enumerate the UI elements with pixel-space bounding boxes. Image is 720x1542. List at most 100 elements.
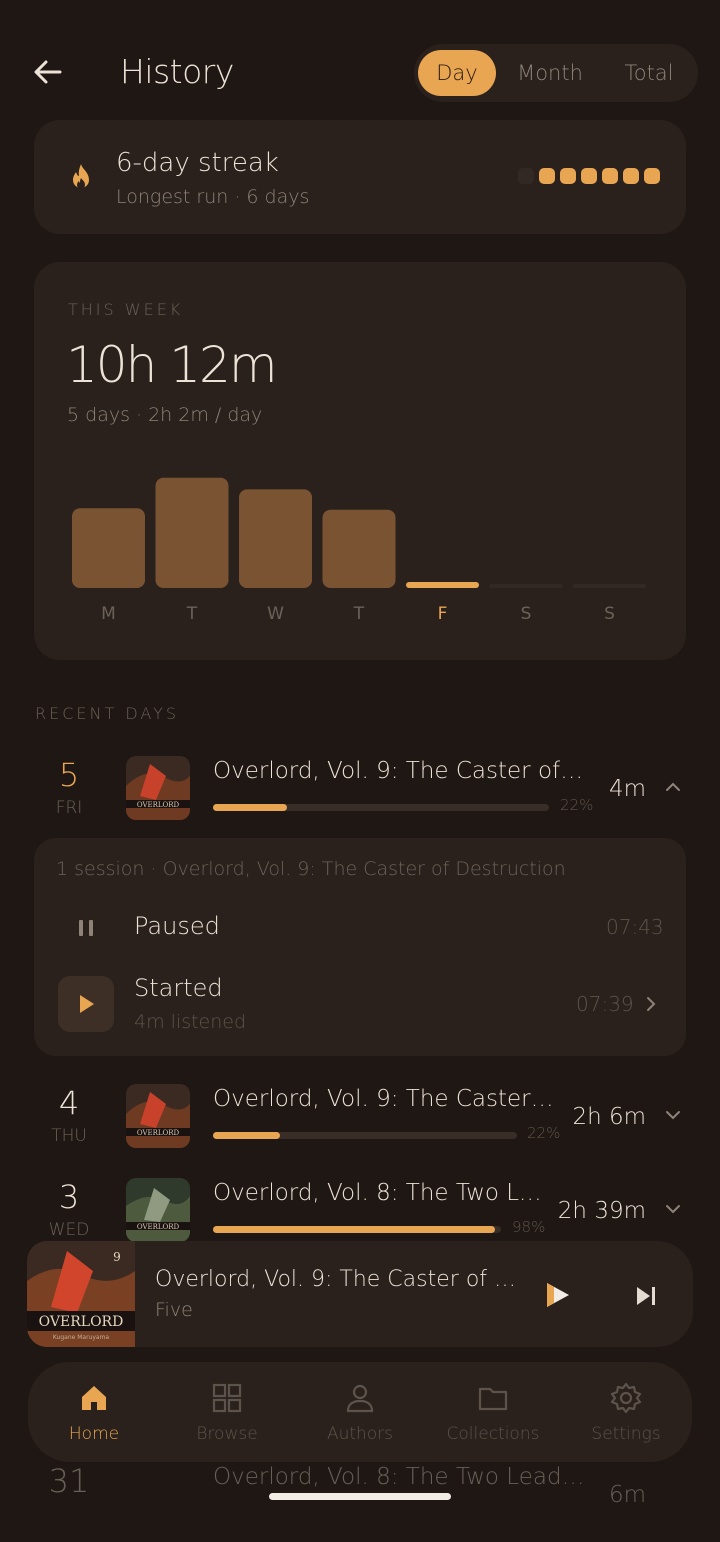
book-title: Overlord, Vol. 9: The Caster of ...	[213, 1086, 558, 1112]
player-subtitle: Five	[155, 1299, 193, 1321]
streak-dot	[560, 168, 576, 184]
streak-dot	[602, 168, 618, 184]
book-cover: OVERLORD	[126, 756, 190, 820]
recent-days-label: RECENT DAYS	[35, 704, 180, 723]
session-detail: 1 session · Overlord, Vol. 9: The Caster…	[34, 838, 686, 1056]
page-title: History	[120, 52, 234, 91]
grid-icon	[212, 1383, 242, 1413]
day-row[interactable]: 5 FRI OVERLORD Overlord, Vol. 9: The Cas…	[0, 756, 720, 836]
day-duration: 6m	[608, 1482, 646, 1508]
segment-day[interactable]: Day	[418, 50, 496, 96]
chevron-right-icon[interactable]	[644, 996, 658, 1012]
book-cover: OVERLORD	[126, 1178, 190, 1242]
week-bar-label: S	[521, 604, 532, 624]
week-bar	[406, 582, 479, 588]
book-title: Overlord, Vol. 8: The Two Lead...	[213, 1180, 548, 1206]
svg-text:OVERLORD: OVERLORD	[137, 1129, 180, 1137]
book-title: Overlord, Vol. 8: The Two Leaders	[213, 1464, 593, 1490]
week-bar-label: T	[186, 604, 198, 624]
streak-dots	[518, 168, 660, 184]
streak-dot	[623, 168, 639, 184]
play-button[interactable]	[541, 1279, 573, 1311]
home-indicator	[269, 1493, 451, 1500]
nav-collections[interactable]: Collections	[427, 1362, 559, 1462]
nav-browse[interactable]: Browse	[161, 1362, 293, 1462]
progress-bar	[213, 1132, 517, 1139]
folder-icon	[478, 1387, 508, 1411]
event-label: Started	[134, 974, 223, 1002]
play-event-icon[interactable]	[58, 976, 114, 1032]
day-number: 4	[58, 1084, 80, 1122]
week-bar	[573, 584, 646, 588]
day-row[interactable]: 31 Overlord, Vol. 8: The Two Leaders 6m	[0, 1462, 720, 1542]
week-bar-label: S	[604, 604, 615, 624]
streak-dot	[539, 168, 555, 184]
week-bar	[322, 509, 396, 588]
week-bar	[155, 477, 229, 588]
streak-dot	[581, 168, 597, 184]
day-number: 3	[58, 1178, 80, 1216]
nav-settings[interactable]: Settings	[560, 1362, 692, 1462]
event-subtitle: 4m listened	[134, 1011, 247, 1033]
bottom-nav: Home Browse Authors Collections Settings	[28, 1362, 692, 1462]
day-number: 5	[58, 756, 80, 794]
nav-label: Settings	[591, 1424, 661, 1444]
progress-bar	[213, 1226, 501, 1233]
week-bar-label: M	[101, 604, 116, 624]
streak-dot	[518, 168, 534, 184]
streak-subtitle: Longest run · 6 days	[116, 186, 310, 208]
event-time: 07:43	[606, 915, 664, 939]
day-duration: 2h 6m	[572, 1104, 646, 1130]
svg-text:9: 9	[113, 1250, 121, 1264]
person-icon	[346, 1384, 374, 1413]
nav-authors[interactable]: Authors	[294, 1362, 426, 1462]
player-cover: 9 OVERLORD Kugane Maruyama	[27, 1241, 135, 1347]
home-icon	[82, 1386, 106, 1410]
event-time: 07:39	[576, 992, 634, 1016]
week-bar	[489, 584, 563, 588]
svg-text:OVERLORD: OVERLORD	[39, 1314, 124, 1330]
nav-label: Browse	[196, 1424, 258, 1444]
svg-text:OVERLORD: OVERLORD	[137, 801, 180, 809]
mini-player[interactable]: 9 OVERLORD Kugane Maruyama Overlord, Vol…	[27, 1241, 693, 1347]
chevron-down-icon[interactable]	[664, 1200, 682, 1218]
week-card: THIS WEEK 10h 12m 5 days · 2h 2m / day M…	[34, 262, 686, 660]
flame-icon	[73, 164, 89, 189]
svg-text:OVERLORD: OVERLORD	[137, 1223, 180, 1231]
gear-icon	[610, 1382, 642, 1414]
book-cover: OVERLORD	[126, 1084, 190, 1148]
week-bar	[239, 489, 312, 588]
streak-dot	[644, 168, 660, 184]
day-row[interactable]: 4 THU OVERLORD Overlord, Vol. 9: The Cas…	[0, 1084, 720, 1164]
chevron-up-icon[interactable]	[664, 778, 682, 796]
skip-next-button[interactable]	[633, 1283, 659, 1309]
player-title: Overlord, Vol. 9: The Caster of Des...	[155, 1267, 517, 1292]
segment-total[interactable]: Total	[610, 50, 688, 96]
segment-month[interactable]: Month	[506, 50, 594, 96]
nav-home[interactable]: Home	[28, 1362, 160, 1462]
streak-card: 6-day streak Longest run · 6 days	[34, 120, 686, 234]
back-button[interactable]	[30, 54, 66, 90]
book-title: Overlord, Vol. 9: The Caster of De...	[213, 758, 585, 784]
week-bar	[72, 508, 145, 588]
nav-label: Home	[68, 1424, 120, 1444]
progress-bar	[213, 804, 549, 811]
day-duration: 2h 39m	[557, 1198, 646, 1224]
day-duration: 4m	[608, 776, 646, 802]
svg-text:Kugane Maruyama: Kugane Maruyama	[53, 1334, 110, 1341]
progress-percent: 22%	[527, 1124, 561, 1142]
pause-event-icon	[58, 900, 114, 956]
arrow-left-icon	[34, 60, 62, 84]
nav-label: Authors	[326, 1424, 394, 1444]
week-bar-label: W	[267, 604, 284, 624]
chevron-down-icon[interactable]	[664, 1106, 682, 1124]
streak-title: 6-day streak	[116, 148, 279, 178]
nav-label: Collections	[446, 1424, 540, 1444]
progress-percent: 98%	[512, 1218, 546, 1236]
period-selector: Day Month Total	[414, 44, 698, 102]
weekday-label: FRI	[55, 798, 83, 818]
week-bar-label: T	[353, 604, 365, 624]
week-bar-chart: MTWTFSS	[72, 477, 646, 624]
session-header: 1 session · Overlord, Vol. 9: The Caster…	[56, 858, 566, 880]
week-bar-label: F	[438, 604, 448, 624]
